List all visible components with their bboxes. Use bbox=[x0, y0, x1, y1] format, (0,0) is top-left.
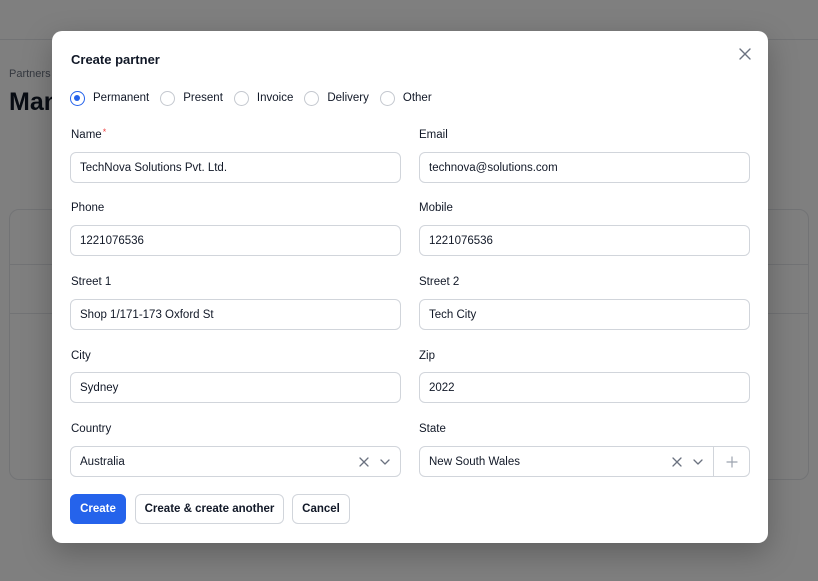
zip-label: Zip bbox=[419, 350, 435, 362]
clear-x-icon[interactable] bbox=[670, 455, 684, 469]
street2-field[interactable] bbox=[419, 299, 750, 330]
name-label-text: Name bbox=[71, 129, 102, 141]
city-field[interactable] bbox=[70, 372, 401, 403]
create-and-create-another-button[interactable]: Create & create another bbox=[135, 494, 284, 524]
create-partner-dialog: Create partner Permanent Present Invoice… bbox=[52, 31, 768, 543]
country-selected-value: Australia bbox=[80, 455, 125, 468]
mobile-label: Mobile bbox=[419, 202, 453, 214]
chevron-down-icon[interactable] bbox=[378, 455, 392, 469]
email-label: Email bbox=[419, 129, 448, 141]
plus-icon bbox=[725, 455, 738, 468]
radio-permanent[interactable]: Permanent bbox=[70, 90, 150, 106]
phone-label: Phone bbox=[71, 202, 105, 214]
state-selected-value: New South Wales bbox=[429, 455, 520, 468]
phone-field[interactable] bbox=[70, 225, 401, 256]
radio-invoice[interactable]: Invoice bbox=[233, 90, 294, 106]
add-state-button[interactable] bbox=[713, 447, 749, 476]
radio-button[interactable] bbox=[304, 90, 320, 106]
street1-label: Street 1 bbox=[71, 276, 112, 288]
radio-button[interactable] bbox=[160, 90, 176, 106]
chevron-down-icon[interactable] bbox=[691, 455, 705, 469]
radio-label: Present bbox=[183, 92, 223, 104]
email-field[interactable] bbox=[419, 152, 750, 183]
state-select[interactable]: New South Wales bbox=[419, 446, 750, 477]
radio-delivery[interactable]: Delivery bbox=[304, 90, 369, 106]
clear-x-icon[interactable] bbox=[357, 455, 371, 469]
create-button[interactable]: Create bbox=[70, 494, 126, 524]
radio-other[interactable]: Other bbox=[379, 90, 432, 106]
name-field[interactable] bbox=[70, 152, 401, 183]
street2-label: Street 2 bbox=[419, 276, 460, 288]
close-icon bbox=[739, 48, 751, 60]
country-label: Country bbox=[71, 423, 112, 435]
radio-label: Delivery bbox=[327, 92, 369, 104]
dialog-title: Create partner bbox=[71, 52, 160, 67]
zip-field[interactable] bbox=[419, 372, 750, 403]
radio-button[interactable] bbox=[379, 90, 395, 106]
close-button[interactable] bbox=[736, 45, 754, 63]
radio-button-checked[interactable] bbox=[70, 90, 85, 106]
cancel-button[interactable]: Cancel bbox=[292, 494, 350, 524]
address-type-radio-group: Permanent Present Invoice Delivery Other bbox=[70, 90, 443, 106]
state-label: State bbox=[419, 423, 446, 435]
radio-label: Permanent bbox=[93, 92, 150, 104]
radio-label: Other bbox=[402, 92, 432, 104]
street1-field[interactable] bbox=[70, 299, 401, 330]
radio-button[interactable] bbox=[233, 90, 249, 106]
required-marker: * bbox=[102, 127, 107, 137]
city-label: City bbox=[71, 350, 91, 362]
name-label: Name* bbox=[71, 127, 107, 141]
mobile-field[interactable] bbox=[419, 225, 750, 256]
radio-label: Invoice bbox=[256, 92, 294, 104]
radio-present[interactable]: Present bbox=[160, 90, 223, 106]
country-select[interactable]: Australia bbox=[70, 446, 401, 477]
